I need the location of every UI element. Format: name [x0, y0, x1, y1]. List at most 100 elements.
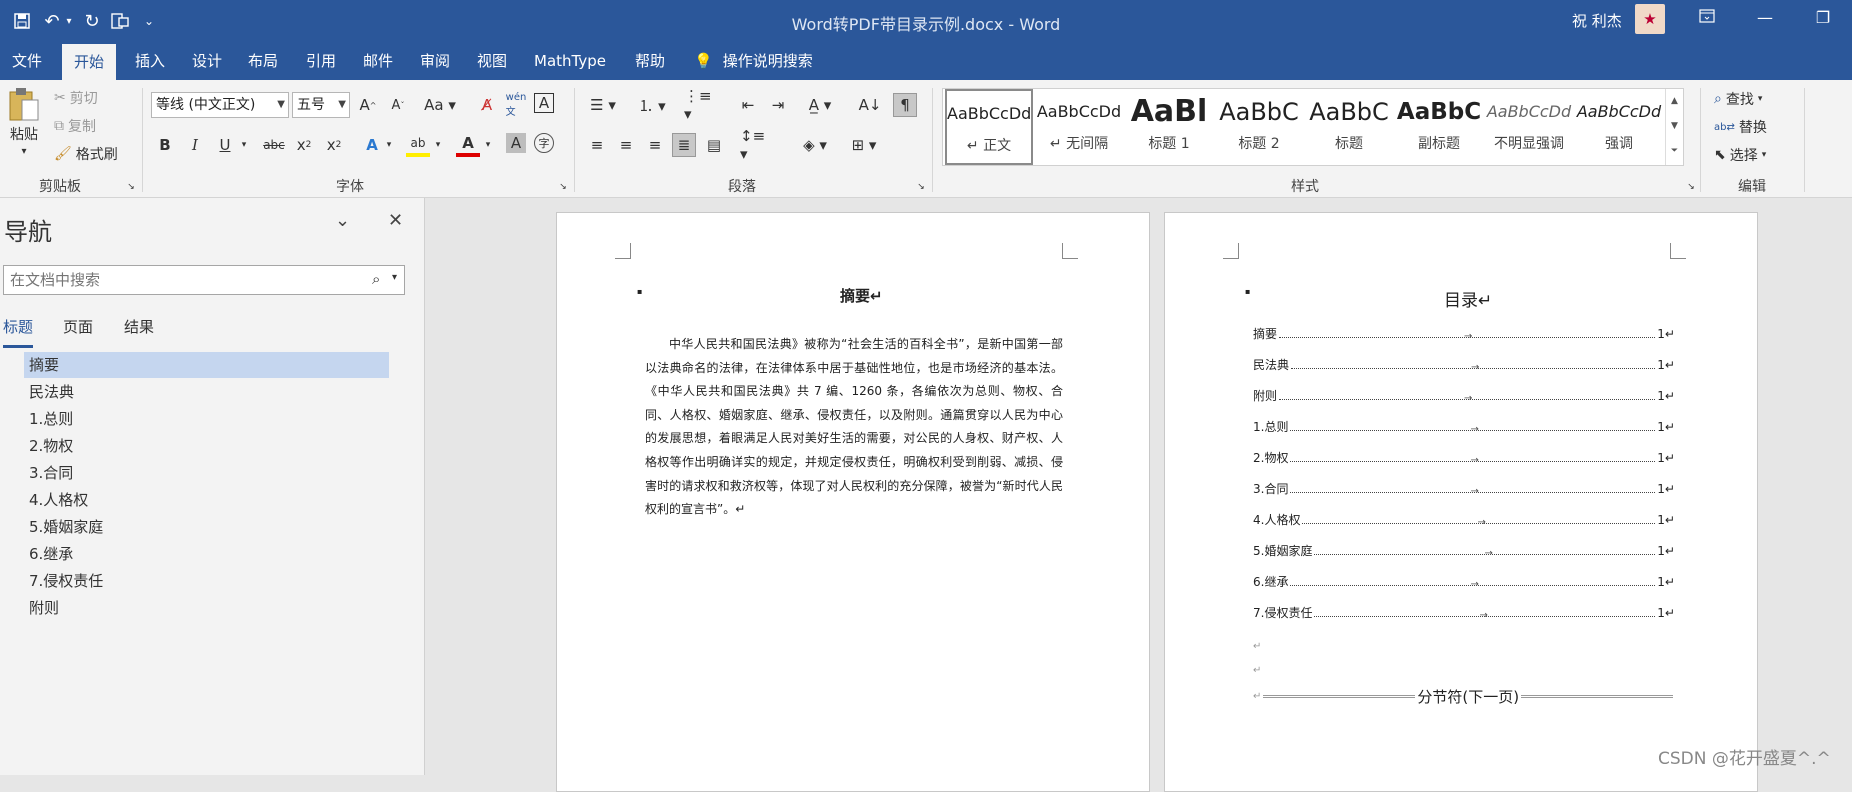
sort-icon[interactable]: A↓	[858, 93, 882, 117]
tab-home[interactable]: 开始	[62, 44, 117, 80]
nav-options-icon[interactable]: ⌄	[335, 210, 350, 231]
ribbon-display-options-icon[interactable]	[1687, 8, 1727, 32]
tell-me-search[interactable]: 💡 操作说明搜索	[692, 42, 815, 80]
change-case-icon[interactable]: Aa ▾	[422, 93, 458, 117]
tab-view[interactable]: 视图	[475, 42, 509, 80]
shrink-font-icon[interactable]: Aˇ	[386, 93, 410, 117]
toc-entry[interactable]: 民法典 → 1↵	[1253, 356, 1675, 374]
clear-formatting-icon[interactable]: A̸	[475, 93, 499, 117]
phonetic-guide-icon[interactable]: wén 文	[504, 92, 528, 118]
highlight-dropdown-icon[interactable]: ▾	[432, 133, 444, 157]
toc-entry[interactable]: 2.物权 → 1↵	[1253, 449, 1675, 467]
style-heading-2[interactable]: AaBbC 标题 2	[1215, 89, 1303, 165]
tab-headings[interactable]: 标题	[3, 316, 34, 348]
nav-heading-item[interactable]: 3.合同	[24, 460, 389, 486]
numbering-icon[interactable]: ⒈ ▾	[634, 93, 670, 117]
strikethrough-icon[interactable]: abc	[262, 133, 286, 157]
dialog-launcher-icon[interactable]: ↘	[1684, 180, 1698, 194]
highlight-icon[interactable]: ab	[406, 133, 430, 157]
style-emphasis[interactable]: AaBbCcDd 强调	[1575, 89, 1663, 165]
select-button[interactable]: ⬉ 选择 ▾	[1714, 145, 1766, 165]
text-effects-dropdown-icon[interactable]: ▾	[383, 133, 395, 157]
toc-entry[interactable]: 附则 → 1↵	[1253, 387, 1675, 405]
tab-references[interactable]: 引用	[304, 42, 338, 80]
nav-heading-item[interactable]: 民法典	[24, 379, 389, 405]
enclose-characters-icon[interactable]: 字	[534, 133, 554, 153]
line-spacing-icon[interactable]: ↕≡ ▾	[740, 127, 776, 163]
document-page-1[interactable]: ▪ 摘要↵ 中华人民共和国民法典》被称为“社会生活的百科全书”，是新中国第一部以…	[556, 212, 1150, 792]
tab-design[interactable]: 设计	[190, 42, 224, 80]
toc-entry[interactable]: 7.侵权责任 → 1↵	[1253, 604, 1675, 622]
tab-results[interactable]: 结果	[124, 316, 154, 337]
justify-icon[interactable]: ≣	[672, 133, 696, 157]
bold-icon[interactable]: B	[153, 133, 177, 157]
dialog-launcher-icon[interactable]: ↘	[124, 180, 138, 194]
style-no-spacing[interactable]: AaBbCcDd ↵ 无间隔	[1035, 89, 1123, 165]
grow-font-icon[interactable]: A ^	[356, 93, 380, 117]
scroll-down-icon[interactable]: ▼	[1666, 114, 1683, 139]
minimize-icon[interactable]: —	[1745, 8, 1785, 32]
distributed-icon[interactable]: ▤	[702, 133, 726, 157]
tab-review[interactable]: 审阅	[418, 42, 452, 80]
tab-mathtype[interactable]: MathType	[532, 42, 608, 80]
avatar[interactable]: ★	[1635, 4, 1665, 34]
tab-file[interactable]: 文件	[10, 42, 44, 80]
paste-dropdown-icon[interactable]: ▾	[21, 146, 26, 157]
align-right-icon[interactable]: ≡	[643, 133, 667, 157]
nav-heading-item[interactable]: 附则	[24, 595, 389, 621]
borders-icon[interactable]: ⊞ ▾	[846, 133, 882, 157]
italic-icon[interactable]: I	[183, 133, 207, 157]
font-color-icon[interactable]: A	[456, 133, 480, 157]
underline-icon[interactable]: U	[213, 133, 237, 157]
toc-entry[interactable]: 3.合同 → 1↵	[1253, 480, 1675, 498]
tab-help[interactable]: 帮助	[633, 42, 667, 80]
search-icon[interactable]: ⌕	[372, 270, 380, 288]
increase-indent-icon[interactable]: ⇥	[766, 93, 790, 117]
character-border-icon[interactable]: A	[534, 93, 554, 113]
search-input[interactable]	[10, 270, 360, 290]
nav-heading-item[interactable]: 摘要	[24, 352, 389, 378]
style-title[interactable]: AaBbC 标题	[1305, 89, 1393, 165]
style-subtle-emphasis[interactable]: AaBbCcDd 不明显强调	[1485, 89, 1573, 165]
style-subtitle[interactable]: AaBbC 副标题	[1395, 89, 1483, 165]
style-heading-1[interactable]: AaBl 标题 1	[1125, 89, 1213, 165]
tab-layout[interactable]: 布局	[246, 42, 280, 80]
tab-pages[interactable]: 页面	[63, 316, 93, 337]
close-icon[interactable]: ✕	[388, 210, 403, 231]
character-shading-icon[interactable]: A	[506, 133, 526, 153]
nav-heading-item[interactable]: 7.侵权责任	[24, 568, 389, 594]
nav-heading-item[interactable]: 5.婚姻家庭	[24, 514, 389, 540]
toc-entry[interactable]: 4.人格权 → 1↵	[1253, 511, 1675, 529]
subscript-icon[interactable]: x2	[292, 133, 316, 157]
cut-button[interactable]: ✂ 剪切	[54, 88, 98, 108]
show-marks-icon[interactable]: ¶	[893, 93, 917, 117]
toc-entry[interactable]: 1.总则 → 1↵	[1253, 418, 1675, 436]
nav-heading-item[interactable]: 1.总则	[24, 406, 389, 432]
document-page-2[interactable]: ▪ 目录↵ 摘要 → 1↵ 民法典 → 1↵ 附则 → 1↵ 1.总则 → 1↵ 2.物权 → 1↵…	[1164, 212, 1758, 792]
underline-dropdown-icon[interactable]: ▾	[238, 133, 250, 157]
replace-button[interactable]: ab⇄ 替换	[1714, 117, 1767, 137]
font-color-dropdown-icon[interactable]: ▾	[482, 133, 494, 157]
align-left-icon[interactable]: ≡	[585, 133, 609, 157]
bullets-icon[interactable]: ☰ ▾	[585, 93, 621, 117]
nav-heading-item[interactable]: 2.物权	[24, 433, 389, 459]
decrease-indent-icon[interactable]: ⇤	[736, 93, 760, 117]
text-effects-icon[interactable]: A	[360, 133, 384, 157]
format-painter-button[interactable]: 🖌 格式刷	[54, 144, 118, 164]
dialog-launcher-icon[interactable]: ↘	[556, 180, 570, 194]
paste-button[interactable]: 粘贴 ▾	[8, 86, 40, 157]
tab-mailings[interactable]: 邮件	[361, 42, 395, 80]
font-size-select[interactable]: 五号 ▼	[292, 92, 350, 118]
nav-heading-item[interactable]: 6.继承	[24, 541, 389, 567]
toc-entry[interactable]: 摘要 → 1↵	[1253, 325, 1675, 343]
copy-button[interactable]: ⧉ 复制	[54, 116, 96, 136]
chinese-layout-icon[interactable]: A̲ ▾	[802, 93, 838, 117]
shading-icon[interactable]: ◈ ▾	[797, 133, 833, 157]
more-styles-icon[interactable]: ⏷	[1666, 139, 1683, 164]
style-normal[interactable]: AaBbCcDd ↵ 正文	[945, 89, 1033, 165]
superscript-icon[interactable]: x2	[322, 133, 346, 157]
font-name-select[interactable]: 等线 (中文正文) ▼	[151, 92, 289, 118]
toc-entry[interactable]: 6.继承 → 1↵	[1253, 573, 1675, 591]
scroll-up-icon[interactable]: ▲	[1666, 89, 1683, 114]
user-name[interactable]: 祝 利杰	[1572, 10, 1622, 31]
